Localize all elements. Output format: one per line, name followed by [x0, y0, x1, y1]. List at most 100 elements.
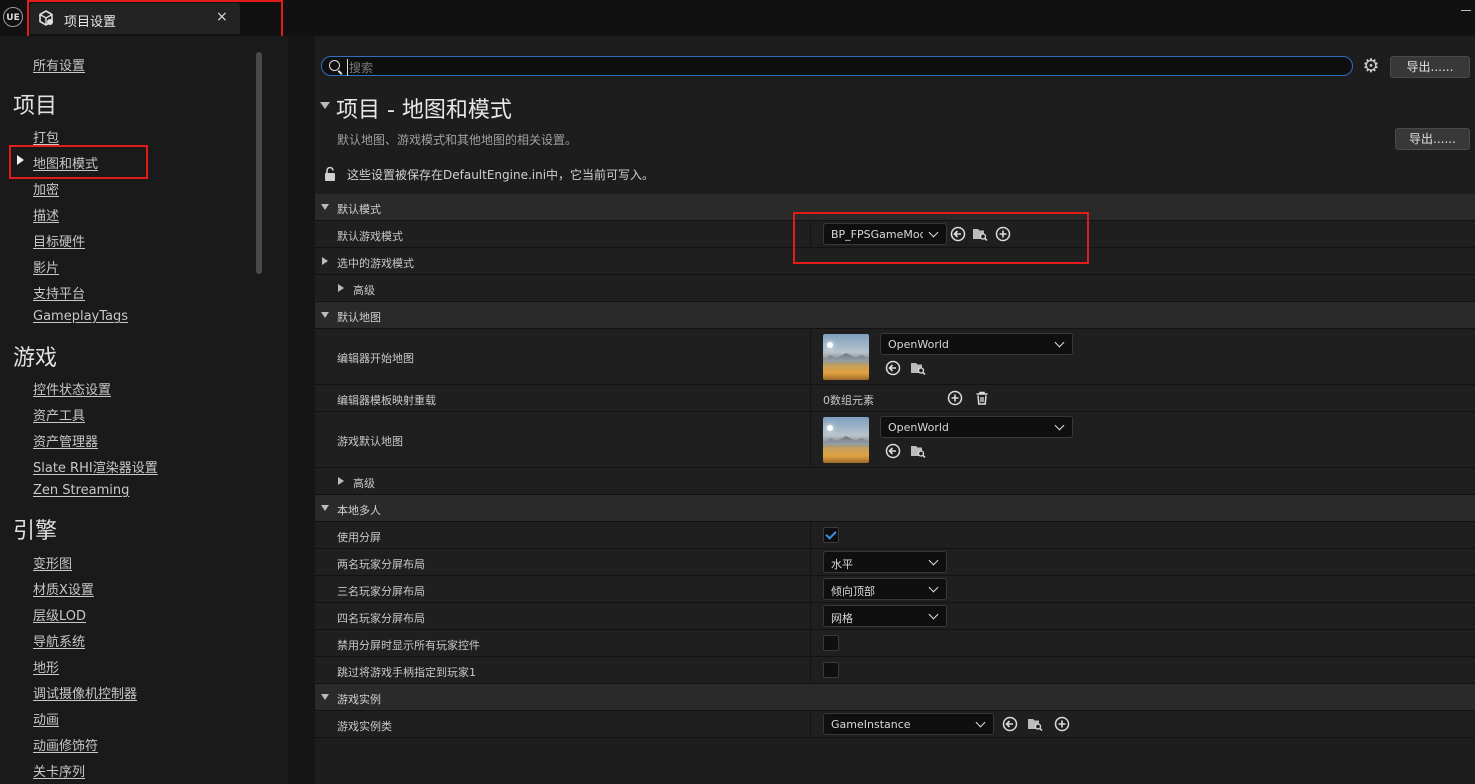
sidebar-item-slate-rhi[interactable]: Slate RHI渲染器设置: [33, 457, 158, 476]
editor-startup-map-dropdown[interactable]: OpenWorld: [880, 333, 1073, 355]
export-button[interactable]: 导出......: [1395, 128, 1470, 150]
search-input[interactable]: 搜索: [321, 56, 1353, 76]
sidebar-item-asset-manager[interactable]: 资产管理器: [33, 431, 98, 450]
category-title: 默认地图: [337, 311, 381, 324]
collapse-arrow-icon: [321, 694, 329, 700]
sidebar-item-gameplay-tags[interactable]: GameplayTags: [33, 309, 128, 324]
close-icon[interactable]: ×: [216, 9, 228, 25]
dropdown-value: OpenWorld: [888, 421, 949, 434]
chevron-down-icon: [928, 582, 939, 593]
row-two-player-layout: 两名玩家分屏布局 水平: [315, 549, 1475, 576]
property-label: 三名玩家分屏布局: [337, 585, 425, 598]
row-selected-game-mode[interactable]: 选中的游戏模式: [315, 248, 1475, 275]
skip-gamepad-checkbox[interactable]: [823, 662, 839, 678]
property-label: 两名玩家分屏布局: [337, 558, 425, 571]
sidebar-item-materialx[interactable]: 材质X设置: [33, 579, 94, 598]
sidebar-item-supported-platforms[interactable]: 支持平台: [33, 283, 85, 302]
sidebar-item-all-settings[interactable]: 所有设置: [33, 55, 85, 74]
chevron-down-icon: [975, 717, 986, 728]
sidebar-item-target-hardware[interactable]: 目标硬件: [33, 231, 85, 250]
sidebar-item-encryption[interactable]: 加密: [33, 179, 59, 198]
collapse-arrow-icon[interactable]: [320, 102, 330, 109]
sidebar-item-animation[interactable]: 动画: [33, 709, 59, 728]
row-three-player-layout: 三名玩家分屏布局 倾向顶部: [315, 576, 1475, 603]
add-icon[interactable]: [995, 226, 1011, 242]
use-selected-arrow-icon[interactable]: [1002, 716, 1018, 732]
browse-folder-icon[interactable]: [1027, 716, 1043, 732]
property-label: 跳过将游戏手柄指定到玩家1: [337, 666, 476, 679]
three-player-layout-dropdown[interactable]: 倾向顶部: [823, 578, 947, 600]
title-bar: UE 项目设置 ×: [0, 0, 1475, 36]
sidebar-item-description[interactable]: 描述: [33, 205, 59, 224]
property-label: 禁用分屏时显示所有玩家控件: [337, 639, 480, 652]
settings-gear-icon[interactable]: ⚙: [1361, 56, 1381, 76]
sidebar-section-project: 项目: [13, 94, 58, 119]
category-title: 本地多人: [337, 504, 381, 517]
use-selected-arrow-icon[interactable]: [885, 360, 901, 376]
game-mode-dropdown[interactable]: BP_FPSGameMode: [823, 223, 947, 245]
category-local-multiplayer[interactable]: 本地多人: [315, 495, 1475, 522]
collapse-arrow-icon: [321, 204, 329, 210]
browse-folder-icon[interactable]: [910, 360, 926, 376]
expand-arrow-icon: [322, 257, 328, 265]
category-default-modes[interactable]: 默认模式: [315, 194, 1475, 221]
unreal-logo-icon: UE: [3, 7, 23, 27]
collapse-arrow-icon: [321, 312, 329, 318]
export-button-top[interactable]: 导出......: [1390, 56, 1470, 78]
map-thumbnail[interactable]: [823, 417, 869, 463]
browse-folder-icon[interactable]: [972, 226, 988, 242]
use-selected-arrow-icon[interactable]: [950, 226, 966, 242]
array-count: 0数组元素: [823, 394, 874, 407]
add-icon[interactable]: [1054, 716, 1070, 732]
sidebar-item-morph-graph[interactable]: 变形图: [33, 553, 72, 572]
use-splitscreen-checkbox[interactable]: [823, 527, 839, 543]
add-element-icon[interactable]: [947, 390, 963, 406]
dropdown-value: 倾向顶部: [831, 585, 875, 598]
sidebar-item-maps-and-modes[interactable]: 地图和模式: [33, 153, 98, 172]
map-thumbnail[interactable]: [823, 334, 869, 380]
minimize-icon[interactable]: [1461, 10, 1471, 11]
sidebar-item-navigation-system[interactable]: 导航系统: [33, 631, 85, 650]
sidebar-item-hlod[interactable]: 层级LOD: [33, 605, 86, 624]
sidebar-item-widget-state[interactable]: 控件状态设置: [33, 379, 111, 398]
category-game-instance[interactable]: 游戏实例: [315, 684, 1475, 711]
sidebar-item-asset-tools[interactable]: 资产工具: [33, 405, 85, 424]
tab-project-settings[interactable]: 项目设置 ×: [30, 3, 240, 34]
row-default-modes-advanced[interactable]: 高级: [315, 275, 1475, 302]
tab-title: 项目设置: [64, 15, 117, 30]
use-selected-arrow-icon[interactable]: [885, 443, 901, 459]
property-label: 默认游戏模式: [337, 230, 403, 243]
row-default-maps-advanced[interactable]: 高级: [315, 468, 1475, 495]
settings-sidebar: 所有设置 项目 打包 地图和模式 加密 描述 目标硬件 影片 支持平台 Game…: [0, 36, 288, 784]
category-default-maps[interactable]: 默认地图: [315, 302, 1475, 329]
two-player-layout-dropdown[interactable]: 水平: [823, 551, 947, 573]
delete-trash-icon[interactable]: [974, 390, 990, 406]
game-default-map-dropdown[interactable]: OpenWorld: [880, 416, 1073, 438]
row-editor-template-override: 编辑器模板映射重载 0数组元素: [315, 385, 1475, 412]
sidebar-item-animation-modifiers[interactable]: 动画修饰符: [33, 735, 98, 754]
property-label: 编辑器模板映射重载: [337, 394, 436, 407]
property-label: 四名玩家分屏布局: [337, 612, 425, 625]
sidebar-section-engine: 引擎: [13, 519, 58, 544]
sidebar-item-debug-camera[interactable]: 调试摄像机控制器: [33, 683, 137, 702]
row-game-default-map: 游戏默认地图 OpenWorld: [315, 412, 1475, 468]
browse-folder-icon[interactable]: [910, 443, 926, 459]
row-game-instance-class: 游戏实例类 GameInstance: [315, 711, 1475, 738]
save-location-note: 这些设置被保存在DefaultEngine.ini中，它当前可写入。: [347, 168, 655, 182]
category-title: 游戏实例: [337, 693, 381, 706]
panel-empty-area: [315, 738, 1475, 784]
sidebar-scrollbar[interactable]: [256, 52, 262, 274]
page-description: 默认地图、游戏模式和其他地图的相关设置。: [337, 133, 578, 147]
four-player-layout-dropdown[interactable]: 网格: [823, 605, 947, 627]
sidebar-item-landscape[interactable]: 地形: [33, 657, 59, 676]
sidebar-item-level-sequence[interactable]: 关卡序列: [33, 761, 85, 780]
dropdown-value: OpenWorld: [888, 338, 949, 351]
game-instance-class-dropdown[interactable]: GameInstance: [823, 713, 994, 735]
sidebar-item-packaging[interactable]: 打包: [33, 127, 59, 146]
disable-splitscreen-checkbox[interactable]: [823, 635, 839, 651]
sidebar-item-zen-streaming[interactable]: Zen Streaming: [33, 483, 129, 498]
sidebar-item-movies[interactable]: 影片: [33, 257, 59, 276]
dropdown-value: 水平: [831, 558, 853, 571]
property-label: 高级: [353, 284, 375, 297]
category-title: 默认模式: [337, 203, 381, 216]
